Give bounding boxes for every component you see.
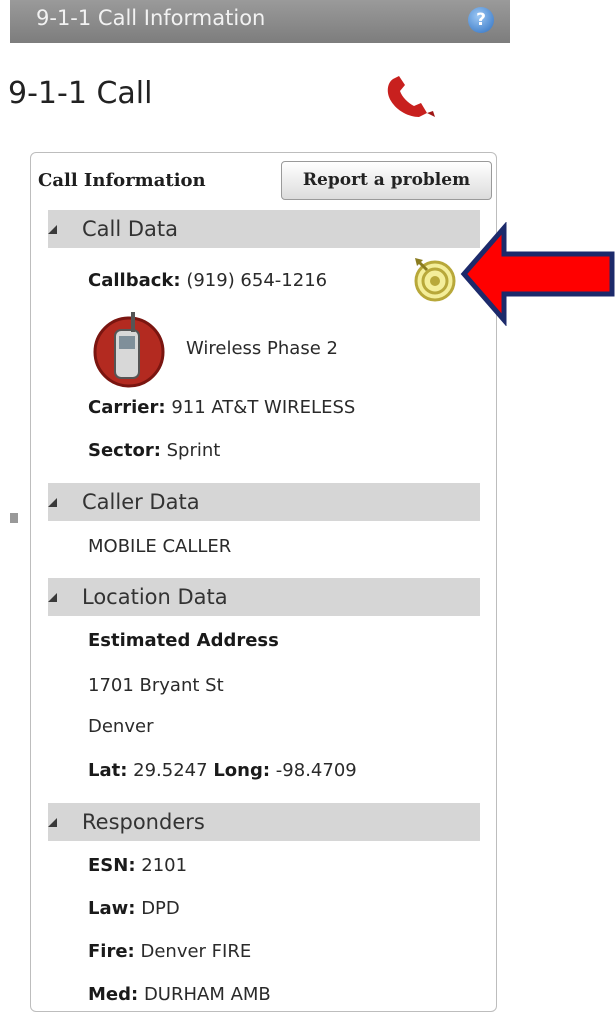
sector-label: Sector: bbox=[88, 440, 161, 461]
address-heading-text: Estimated Address bbox=[88, 630, 279, 651]
law-label: Law: bbox=[88, 898, 136, 919]
esn-row: ESN: 2101 bbox=[88, 855, 187, 876]
window-title-bar: 9-1-1 Call Information ? bbox=[10, 0, 510, 43]
lat-value: 29.5247 bbox=[133, 760, 208, 781]
section-caller-data-label: Caller Data bbox=[82, 490, 200, 514]
sector-row: Sector: Sprint bbox=[88, 440, 220, 461]
collapse-triangle-icon[interactable] bbox=[48, 818, 57, 827]
page-title: 9-1-1 Call bbox=[8, 76, 153, 111]
service-type: Wireless Phase 2 bbox=[186, 338, 338, 359]
law-value: DPD bbox=[141, 898, 180, 919]
section-location-data-label: Location Data bbox=[82, 585, 228, 609]
med-value: DURHAM AMB bbox=[143, 984, 271, 1005]
caller-value: MOBILE CALLER bbox=[88, 536, 232, 557]
fire-row: Fire: Denver FIRE bbox=[88, 941, 251, 962]
sector-value: Sprint bbox=[166, 440, 221, 461]
section-call-data-label: Call Data bbox=[82, 217, 179, 241]
callback-label: Callback: bbox=[88, 270, 181, 291]
coordinates-row: Lat: 29.5247 Long: -98.4709 bbox=[88, 760, 357, 781]
callback-value: (919) 654-1216 bbox=[186, 270, 328, 291]
section-responders[interactable]: Responders bbox=[48, 803, 480, 841]
carrier-value: 911 AT&T WIRELESS bbox=[171, 397, 356, 418]
fire-label: Fire: bbox=[88, 941, 135, 962]
section-caller-data[interactable]: Caller Data bbox=[48, 483, 480, 521]
side-marker bbox=[10, 513, 18, 523]
long-label: Long: bbox=[213, 760, 271, 781]
med-label: Med: bbox=[88, 984, 139, 1005]
carrier-label: Carrier: bbox=[88, 397, 166, 418]
panel-heading: Call Information bbox=[38, 170, 206, 191]
section-call-data[interactable]: Call Data bbox=[48, 210, 480, 248]
report-problem-button[interactable]: Report a problem bbox=[281, 161, 492, 200]
esn-label: ESN: bbox=[88, 855, 136, 876]
esn-value: 2101 bbox=[141, 855, 188, 876]
collapse-triangle-icon[interactable] bbox=[48, 225, 57, 234]
window-title: 9-1-1 Call Information bbox=[36, 6, 266, 30]
lat-label: Lat: bbox=[88, 760, 128, 781]
section-responders-label: Responders bbox=[82, 810, 205, 834]
phone-handset-icon bbox=[387, 76, 435, 117]
help-icon[interactable]: ? bbox=[468, 7, 494, 33]
med-row: Med: DURHAM AMB bbox=[88, 984, 271, 1005]
cell-phone-icon bbox=[93, 312, 165, 388]
address-street: 1701 Bryant St bbox=[88, 675, 224, 696]
collapse-triangle-icon[interactable] bbox=[48, 498, 57, 507]
section-location-data[interactable]: Location Data bbox=[48, 578, 480, 616]
long-value: -98.4709 bbox=[275, 760, 357, 781]
red-arrow-icon bbox=[460, 222, 615, 326]
rebid-target-icon[interactable] bbox=[409, 255, 459, 303]
callback-row: Callback: (919) 654-1216 bbox=[88, 270, 327, 291]
law-row: Law: DPD bbox=[88, 898, 180, 919]
collapse-triangle-icon[interactable] bbox=[48, 593, 57, 602]
address-heading: Estimated Address bbox=[88, 630, 279, 651]
address-city: Denver bbox=[88, 716, 154, 737]
carrier-row: Carrier: 911 AT&T WIRELESS bbox=[88, 397, 355, 418]
fire-value: Denver FIRE bbox=[140, 941, 252, 962]
